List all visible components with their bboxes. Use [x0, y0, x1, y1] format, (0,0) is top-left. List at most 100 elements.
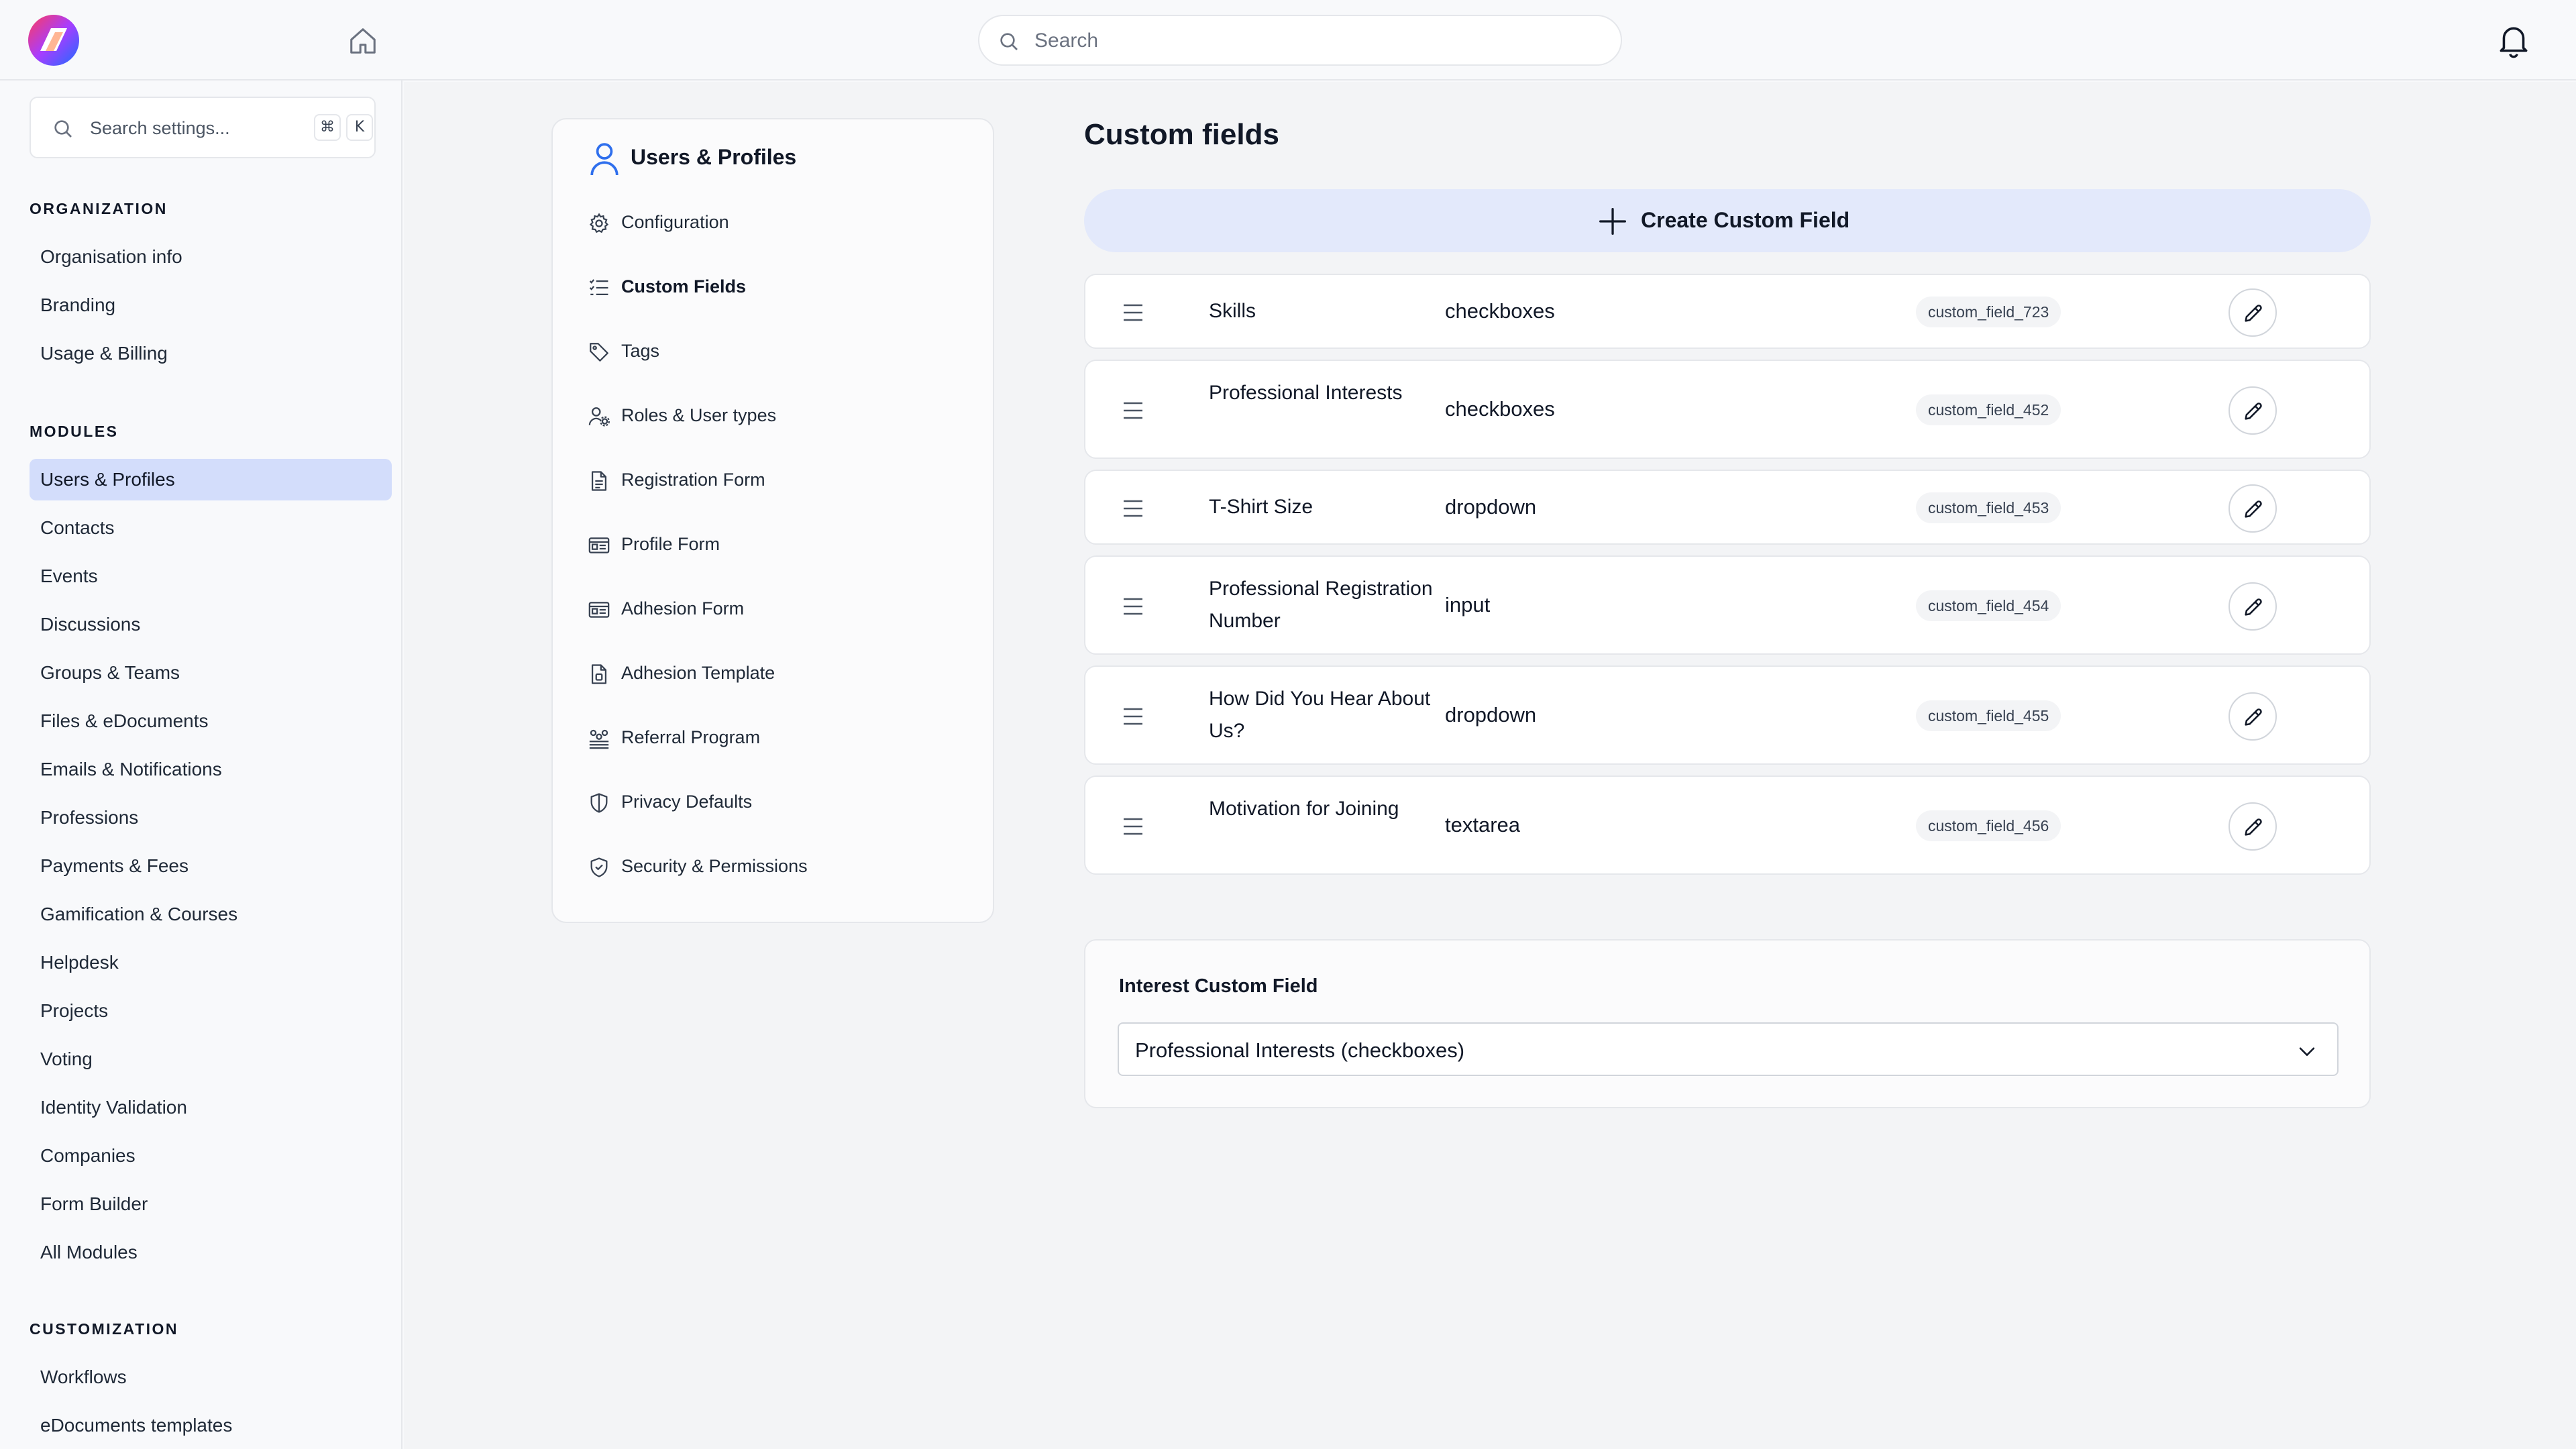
id-card-icon — [588, 534, 610, 557]
settings-search[interactable]: ⌘ K — [30, 97, 376, 158]
subnav-item-label: Configuration — [621, 212, 729, 232]
sidebar-item-groups-teams[interactable]: Groups & Teams — [30, 652, 392, 694]
edit-field-button[interactable] — [2229, 582, 2277, 631]
drag-handle-icon[interactable] — [1122, 499, 1144, 518]
drag-handle-icon[interactable] — [1122, 303, 1144, 322]
custom-field-name: Professional Registration Number — [1209, 578, 1433, 632]
create-custom-field-label: Create Custom Field — [1641, 208, 1850, 232]
top-bar — [0, 0, 2576, 80]
sidebar-item-professions[interactable]: Professions — [30, 797, 392, 839]
drag-handle-icon[interactable] — [1122, 597, 1144, 616]
custom-field-key-badge: custom_field_723 — [1916, 297, 2061, 327]
sidebar-item-helpdesk[interactable]: Helpdesk — [30, 942, 392, 983]
subnav-item-tags[interactable]: Tags — [585, 331, 974, 372]
sidebar-item-events[interactable]: Events — [30, 555, 392, 597]
sidebar-item-workflows[interactable]: Workflows — [30, 1356, 392, 1398]
gear-icon — [588, 212, 610, 235]
edit-field-button[interactable] — [2229, 386, 2277, 435]
shortcut-key-k: K — [346, 114, 373, 141]
settings-search-input[interactable] — [90, 111, 305, 145]
plus-icon — [1598, 207, 1627, 236]
edit-field-button[interactable] — [2229, 484, 2277, 533]
custom-field-name: How Did You Hear About Us? — [1209, 688, 1431, 742]
section-title-customization: CUSTOMIZATION — [30, 1320, 179, 1338]
sidebar-item-users-profiles[interactable]: Users & Profiles — [30, 459, 392, 500]
subnav-item-security-permissions[interactable]: Security & Permissions — [585, 847, 974, 887]
search-icon — [998, 31, 1020, 52]
subnav-item-label: Custom Fields — [621, 276, 747, 297]
custom-field-name: Skills — [1209, 300, 1256, 322]
edit-field-button[interactable] — [2229, 692, 2277, 741]
user-icon — [588, 140, 621, 177]
sidebar-item-all-modules[interactable]: All Modules — [30, 1232, 392, 1273]
document-template-icon — [588, 663, 610, 686]
interest-custom-field-label: Interest Custom Field — [1119, 975, 1318, 997]
sidebar-item-voting[interactable]: Voting — [30, 1038, 392, 1080]
interest-select-value: Professional Interests (checkboxes) — [1135, 1038, 1465, 1062]
subnav-item-label: Tags — [621, 341, 660, 361]
shield-check-icon — [588, 856, 610, 879]
subnav-item-label: Referral Program — [621, 727, 761, 747]
custom-field-row: Professional Interests checkboxes custom… — [1084, 360, 2371, 459]
global-search-input[interactable] — [1034, 24, 1598, 58]
custom-field-type: input — [1445, 593, 1491, 616]
custom-field-row: Professional Registration Number input c… — [1084, 555, 2371, 655]
settings-sidebar: ⌘ K ORGANIZATION Organisation info Brand… — [0, 80, 402, 1449]
subnav-item-referral-program[interactable]: Referral Program — [585, 718, 974, 758]
subnav-item-adhesion-template[interactable]: Adhesion Template — [585, 653, 974, 694]
subnav-item-adhesion-form[interactable]: Adhesion Form — [585, 589, 974, 629]
sidebar-item-identity-validation[interactable]: Identity Validation — [30, 1087, 392, 1128]
custom-field-row: How Did You Hear About Us? dropdown cust… — [1084, 665, 2371, 765]
subnav-item-privacy-defaults[interactable]: Privacy Defaults — [585, 782, 974, 822]
subnav-item-custom-fields[interactable]: Custom Fields — [585, 267, 974, 307]
subnav-item-registration-form[interactable]: Registration Form — [585, 460, 974, 500]
subnav-item-profile-form[interactable]: Profile Form — [585, 525, 974, 565]
sidebar-item-branding[interactable]: Branding — [30, 284, 392, 326]
custom-field-key-badge: custom_field_452 — [1916, 394, 2061, 425]
subnav-item-roles-user-types[interactable]: Roles & User types — [585, 396, 974, 436]
drag-handle-icon[interactable] — [1122, 401, 1144, 420]
sidebar-item-form-builder[interactable]: Form Builder — [30, 1183, 392, 1225]
sidebar-item-companies[interactable]: Companies — [30, 1135, 392, 1177]
subnav-item-configuration[interactable]: Configuration — [585, 203, 974, 243]
interest-custom-field-card: Interest Custom Field Professional Inter… — [1084, 939, 2371, 1108]
create-custom-field-button[interactable]: Create Custom Field — [1084, 189, 2371, 252]
interest-custom-field-select[interactable]: Professional Interests (checkboxes) — [1118, 1022, 2339, 1076]
custom-field-row: T-Shirt Size dropdown custom_field_453 — [1084, 470, 2371, 545]
sidebar-item-gamification-courses[interactable]: Gamification & Courses — [30, 894, 392, 935]
subnav-item-label: Roles & User types — [621, 405, 777, 425]
section-title-organization: ORGANIZATION — [30, 200, 168, 217]
search-icon — [52, 118, 74, 140]
drag-handle-icon[interactable] — [1122, 817, 1144, 836]
notification-bell-icon[interactable] — [2497, 23, 2530, 59]
edit-field-button[interactable] — [2229, 288, 2277, 337]
sidebar-item-organisation-info[interactable]: Organisation info — [30, 236, 392, 278]
sidebar-item-usage-billing[interactable]: Usage & Billing — [30, 333, 392, 374]
drag-handle-icon[interactable] — [1122, 707, 1144, 726]
custom-field-key-badge: custom_field_456 — [1916, 810, 2061, 841]
sidebar-item-emails-notifications[interactable]: Emails & Notifications — [30, 749, 392, 790]
custom-field-type: dropdown — [1445, 703, 1537, 727]
subnav-item-label: Registration Form — [621, 470, 765, 490]
custom-field-name: Professional Interests — [1209, 382, 1403, 404]
custom-field-key-badge: custom_field_454 — [1916, 590, 2061, 621]
module-subnav: Users & Profiles Configuration Custom Fi… — [551, 118, 994, 923]
edit-field-button[interactable] — [2229, 802, 2277, 851]
app-logo[interactable] — [25, 13, 82, 67]
sidebar-item-discussions[interactable]: Discussions — [30, 604, 392, 645]
global-search[interactable] — [978, 15, 1622, 66]
home-icon[interactable] — [347, 25, 378, 56]
sidebar-item-projects[interactable]: Projects — [30, 990, 392, 1032]
section-title-modules: MODULES — [30, 423, 119, 440]
sidebar-item-files-edocuments[interactable]: Files & eDocuments — [30, 700, 392, 742]
subnav-item-label: Adhesion Template — [621, 663, 775, 683]
custom-field-key-badge: custom_field_453 — [1916, 492, 2061, 523]
subnav-item-label: Adhesion Form — [621, 598, 745, 619]
sidebar-item-payments-fees[interactable]: Payments & Fees — [30, 845, 392, 887]
custom-field-type: textarea — [1445, 813, 1521, 837]
subnav-item-label: Privacy Defaults — [621, 792, 753, 812]
sidebar-item-edocuments-templates[interactable]: eDocuments templates — [30, 1405, 392, 1446]
subnav-title: Users & Profiles — [631, 145, 797, 169]
custom-field-row: Skills checkboxes custom_field_723 — [1084, 274, 2371, 349]
sidebar-item-contacts[interactable]: Contacts — [30, 507, 392, 549]
